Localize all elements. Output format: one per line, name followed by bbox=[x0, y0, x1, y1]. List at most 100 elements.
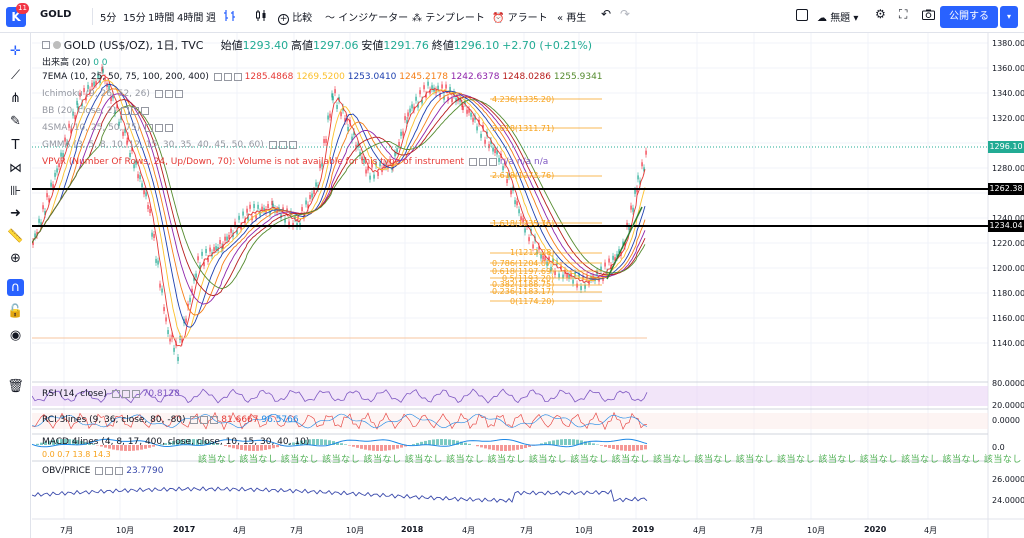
rsi-legend[interactable]: RSI (14, close) 70.8128 bbox=[42, 389, 180, 399]
pattern-icon[interactable]: ⋈ bbox=[7, 160, 24, 177]
candle-body bbox=[165, 317, 167, 322]
candle-body bbox=[257, 204, 259, 209]
candle-body bbox=[516, 201, 518, 206]
magnet-icon[interactable]: ∩ bbox=[7, 279, 24, 296]
ichimoku-legend[interactable]: Ichimoku (9, 26, 52, 26) bbox=[42, 89, 183, 99]
macd-bar bbox=[484, 445, 487, 449]
fib-label-0236: 0.236(1183.17) bbox=[492, 287, 555, 296]
candle-body bbox=[327, 115, 329, 120]
interval-week[interactable]: 週 bbox=[206, 9, 216, 24]
price-tick: 1280.00 bbox=[992, 164, 1024, 173]
candle-body bbox=[253, 204, 255, 209]
brush-icon[interactable]: ✎ bbox=[7, 113, 24, 130]
eye-icon[interactable] bbox=[120, 106, 129, 115]
gear-icon[interactable] bbox=[164, 89, 173, 98]
gear-icon[interactable] bbox=[478, 157, 487, 166]
eye-icon[interactable] bbox=[95, 466, 104, 475]
eye-icon[interactable] bbox=[468, 157, 477, 166]
eye-icon[interactable] bbox=[213, 72, 222, 81]
templates-button[interactable]: ⁂ テンプレート bbox=[412, 9, 485, 24]
eye-icon[interactable] bbox=[268, 140, 277, 149]
layout-name-button[interactable]: ☁ 無題 ▾ bbox=[817, 9, 858, 24]
close-icon[interactable] bbox=[165, 123, 174, 132]
zoom-icon[interactable]: ⊕ bbox=[7, 250, 24, 267]
close-icon[interactable] bbox=[488, 157, 497, 166]
trash-icon[interactable]: 🗑 bbox=[7, 378, 24, 395]
replay-button[interactable]: « 再生 bbox=[557, 9, 586, 24]
close-icon[interactable] bbox=[210, 415, 219, 424]
gear-icon[interactable] bbox=[121, 389, 130, 398]
rsi-tick: 80.0000 bbox=[992, 379, 1024, 388]
close-icon[interactable] bbox=[288, 140, 297, 149]
prediction-icon[interactable]: ⊪ bbox=[7, 183, 24, 200]
fib-label-0: 0(1174.20) bbox=[510, 297, 555, 306]
gear-icon[interactable] bbox=[278, 140, 287, 149]
eye-icon[interactable]: ◉ bbox=[7, 327, 24, 344]
gear-icon[interactable]: ⚙ bbox=[875, 7, 886, 21]
fullscreen-icon[interactable]: ⛶ bbox=[899, 7, 907, 22]
publish-button[interactable]: 公開する bbox=[940, 6, 998, 28]
eye-icon[interactable] bbox=[154, 89, 163, 98]
chevron-down-icon: ▾ bbox=[853, 13, 859, 24]
eye-icon[interactable] bbox=[111, 389, 120, 398]
eye-icon[interactable] bbox=[190, 415, 199, 424]
candle-body bbox=[272, 203, 274, 208]
gear-icon[interactable] bbox=[223, 72, 232, 81]
eye-icon[interactable] bbox=[145, 123, 154, 132]
trend-line-icon[interactable]: ⟋ bbox=[7, 67, 24, 84]
vpvr-legend[interactable]: VPVR (Number Of Rows, 24, Up/Down, 70): … bbox=[42, 157, 548, 167]
interval-5m[interactable]: 5分 bbox=[100, 9, 116, 24]
camera-icon[interactable] bbox=[922, 9, 935, 23]
close-icon[interactable] bbox=[140, 106, 149, 115]
close-value: 1296.10 bbox=[453, 39, 500, 52]
crosshair-icon[interactable]: ✛ bbox=[7, 43, 24, 60]
gear-icon[interactable] bbox=[155, 123, 164, 132]
close-icon[interactable] bbox=[174, 89, 183, 98]
macd-bar bbox=[364, 445, 367, 450]
macd-bar bbox=[344, 444, 347, 445]
macd-bar bbox=[588, 442, 591, 445]
ruler-icon[interactable]: 📏 bbox=[7, 228, 24, 245]
candle-body bbox=[163, 307, 165, 312]
gear-icon[interactable] bbox=[200, 415, 209, 424]
arrow-right-icon[interactable]: ➜ bbox=[7, 205, 24, 222]
chart-area[interactable]: GOLD (US$/OZ), 1日, TVC 始値1293.40 高値1297.… bbox=[32, 33, 1024, 538]
candle-body bbox=[604, 262, 606, 267]
symbol-search[interactable]: GOLD bbox=[40, 9, 71, 20]
rci-legend[interactable]: RCI 3lines (9, 36, close, 80, -80) 81.66… bbox=[42, 415, 299, 425]
candle-body bbox=[267, 204, 269, 209]
alert-button[interactable]: ⏰ アラート bbox=[492, 9, 548, 24]
pitchfork-icon[interactable]: ⋔ bbox=[7, 90, 24, 107]
undo-icon[interactable]: ↶ bbox=[601, 7, 611, 21]
indicators-button[interactable]: 〜 インジケーター bbox=[325, 9, 408, 24]
layout-select-icon[interactable] bbox=[796, 9, 808, 24]
redo-icon[interactable]: ↷ bbox=[620, 7, 630, 21]
interval-4h[interactable]: 4時間 bbox=[177, 9, 203, 24]
sma-legend[interactable]: 4SMA (10, 25, 50, 75) bbox=[42, 123, 174, 133]
text-tool-icon[interactable]: T bbox=[7, 137, 24, 154]
gear-icon[interactable] bbox=[105, 466, 114, 475]
close-icon[interactable] bbox=[115, 466, 124, 475]
interval-15m[interactable]: 15分 bbox=[123, 9, 146, 24]
candle-body bbox=[584, 284, 586, 289]
ema-legend[interactable]: 7EMA (10, 25, 50, 75, 100, 200, 400) 128… bbox=[42, 72, 603, 82]
bb-legend[interactable]: BB (20, close, 2) bbox=[42, 106, 149, 116]
lock-drawing-icon[interactable]: 🔓 bbox=[7, 303, 24, 320]
rci-label: RCI 3lines (9, 36, close, 80, -80) bbox=[42, 415, 186, 425]
volume-legend[interactable]: 出来高 (20) 0 0 bbox=[42, 55, 108, 68]
close-icon[interactable] bbox=[233, 72, 242, 81]
gmma-legend[interactable]: GMMA (3, 5, 8, 10, 12, 15, 30, 35, 40, 4… bbox=[42, 140, 297, 150]
bb-label: BB (20, close, 2) bbox=[42, 106, 117, 116]
macd-legend[interactable]: MACD 4lines (4, 8, 17, 400, close, close… bbox=[42, 437, 309, 447]
gear-icon[interactable] bbox=[130, 106, 139, 115]
interval-1h[interactable]: 1時間 bbox=[148, 9, 174, 24]
candle-body bbox=[147, 204, 149, 209]
obv-legend[interactable]: OBV/PRICE 23.7790 bbox=[42, 466, 163, 476]
compare-button[interactable]: + 比較 bbox=[278, 9, 312, 25]
candle-style-icon[interactable] bbox=[255, 9, 267, 25]
candle-body bbox=[365, 169, 367, 174]
chart-type-icon[interactable] bbox=[223, 9, 237, 25]
publish-dropdown-icon[interactable]: ▾ bbox=[1000, 6, 1018, 28]
candle-body bbox=[42, 205, 44, 210]
close-icon[interactable] bbox=[131, 389, 140, 398]
